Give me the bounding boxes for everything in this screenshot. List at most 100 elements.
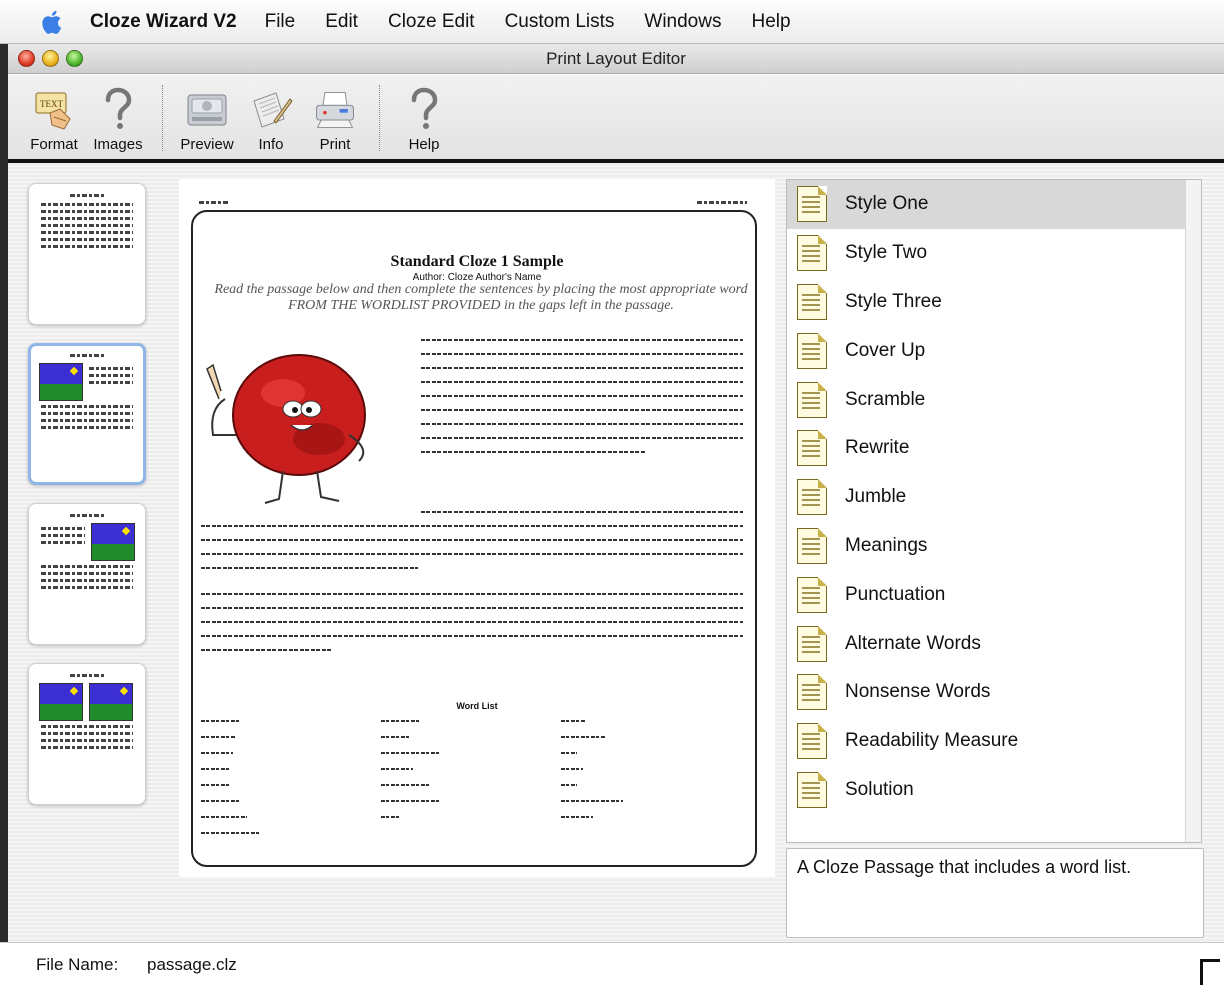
layout-thumbnail-two-images[interactable] [28,663,146,805]
style-item-readability-measure[interactable]: Readability Measure [787,717,1201,766]
passage-line [201,593,743,595]
text-document-icon [797,479,827,516]
main-content: Standard Cloze 1 Sample Author: Cloze Au… [8,163,1224,942]
style-item-style-two[interactable]: Style Two [787,229,1201,278]
text-document-icon [797,235,827,272]
passage-text-full-width [201,525,743,663]
text-document-icon [797,771,827,808]
print-button[interactable]: Print [303,77,367,159]
style-item-label: Solution [845,778,914,800]
style-item-rewrite[interactable]: Rewrite [787,424,1201,473]
thumbnail-image-row [39,683,135,721]
thumbnail-text-scribble [41,572,133,575]
landscape-image-icon [89,683,133,721]
thumbnail-text-scribble [41,210,133,213]
word-list-entry [561,747,741,759]
word-list-title: Word List [456,701,498,711]
style-item-cover-up[interactable]: Cover Up [787,326,1201,375]
style-item-label: Style Two [845,242,928,264]
menu-custom-lists[interactable]: Custom Lists [505,11,615,33]
info-document-icon [248,86,294,132]
info-button[interactable]: Info [239,77,303,159]
word-list-entry [561,715,741,727]
style-item-label: Alternate Words [845,632,981,654]
style-item-label: Style One [845,193,929,215]
menu-windows[interactable]: Windows [644,11,721,33]
preview-button[interactable]: Preview [175,77,239,159]
style-item-scramble[interactable]: Scramble [787,375,1201,424]
menu-edit[interactable]: Edit [325,11,358,33]
title-bar: Print Layout Editor [8,44,1224,74]
images-button[interactable]: Images [86,77,150,159]
menu-app-name[interactable]: Cloze Wizard V2 [90,11,237,33]
thumbnail-title-scribble [70,674,104,677]
word-list-entry [561,795,741,807]
svg-text:TEXT: TEXT [40,99,63,109]
text-document-icon [797,625,827,662]
thumbnail-title-scribble [70,354,104,357]
help-button[interactable]: Help [392,77,456,159]
resize-grip-icon[interactable] [1200,959,1220,985]
close-window-button[interactable] [18,50,35,67]
worksheet-header [199,197,747,208]
text-document-icon [797,430,827,467]
style-item-jumble[interactable]: Jumble [787,473,1201,522]
style-item-nonsense-words[interactable]: Nonsense Words [787,668,1201,717]
layout-thumbnail-text-only[interactable] [28,183,146,325]
thumbnail-text-scribble [41,565,133,568]
text-document-icon [797,674,827,711]
passage-line [421,381,743,383]
word-list-entry [201,731,381,743]
thumbnail-text-scribble [41,224,133,227]
red-mascot-image [206,354,366,504]
zoom-window-button[interactable] [66,50,83,67]
layout-thumbnail-image-left[interactable] [28,343,146,485]
style-item-style-three[interactable]: Style Three [787,278,1201,327]
style-item-punctuation[interactable]: Punctuation [787,570,1201,619]
thumbnail-title-scribble [70,194,104,197]
file-name-label: File Name: [36,955,119,974]
style-list[interactable]: Style One Style Two Style Three Cover Up… [786,179,1202,843]
menu-bar: Cloze Wizard V2 File Edit Cloze Edit Cus… [0,0,1224,44]
word-list-entry [201,747,381,759]
passage-line [421,423,743,425]
passage-line [421,437,743,439]
word-list-entry [381,747,561,759]
style-item-solution[interactable]: Solution [787,766,1201,815]
menu-file[interactable]: File [265,11,296,33]
thumbnail-text-scribble [41,746,133,749]
style-list-scrollbar[interactable] [1185,180,1201,842]
word-list-entry [381,795,561,807]
style-item-style-one[interactable]: Style One [787,180,1201,229]
word-list [201,715,741,839]
minimize-window-button[interactable] [42,50,59,67]
format-button[interactable]: TEXT Format [22,77,86,159]
passage-line [421,353,743,355]
thumbnail-text-scribble [41,245,133,248]
thumbnail-text-scribble [41,534,85,537]
print-preview-page: Standard Cloze 1 Sample Author: Cloze Au… [179,179,775,877]
style-item-label: Nonsense Words [845,681,991,703]
passage-line [201,635,743,637]
layout-thumbnail-image-right[interactable] [28,503,146,645]
passage-line [201,621,743,623]
apple-menu-icon[interactable] [38,5,68,39]
menu-help[interactable]: Help [751,11,790,33]
passage-line [201,525,743,527]
thumbnail-text-scribble [41,231,133,234]
passage-line [201,553,743,555]
thumbnail-text-scribble [41,586,133,589]
style-item-alternate-words[interactable]: Alternate Words [787,619,1201,668]
passage-text-right-column [421,339,743,465]
passage-line [421,409,743,411]
word-list-entry [201,779,381,791]
style-item-meanings[interactable]: Meanings [787,522,1201,571]
status-bar: File Name: passage.clz [0,942,1224,987]
thumbnail-text-scribble [41,739,133,742]
thumbnail-image-row [39,363,135,401]
passage-line [421,451,647,453]
menu-cloze-edit[interactable]: Cloze Edit [388,11,475,33]
file-name-value: passage.clz [147,955,237,974]
toolbar: TEXT Format Images Preview Info Print He… [8,75,1224,159]
